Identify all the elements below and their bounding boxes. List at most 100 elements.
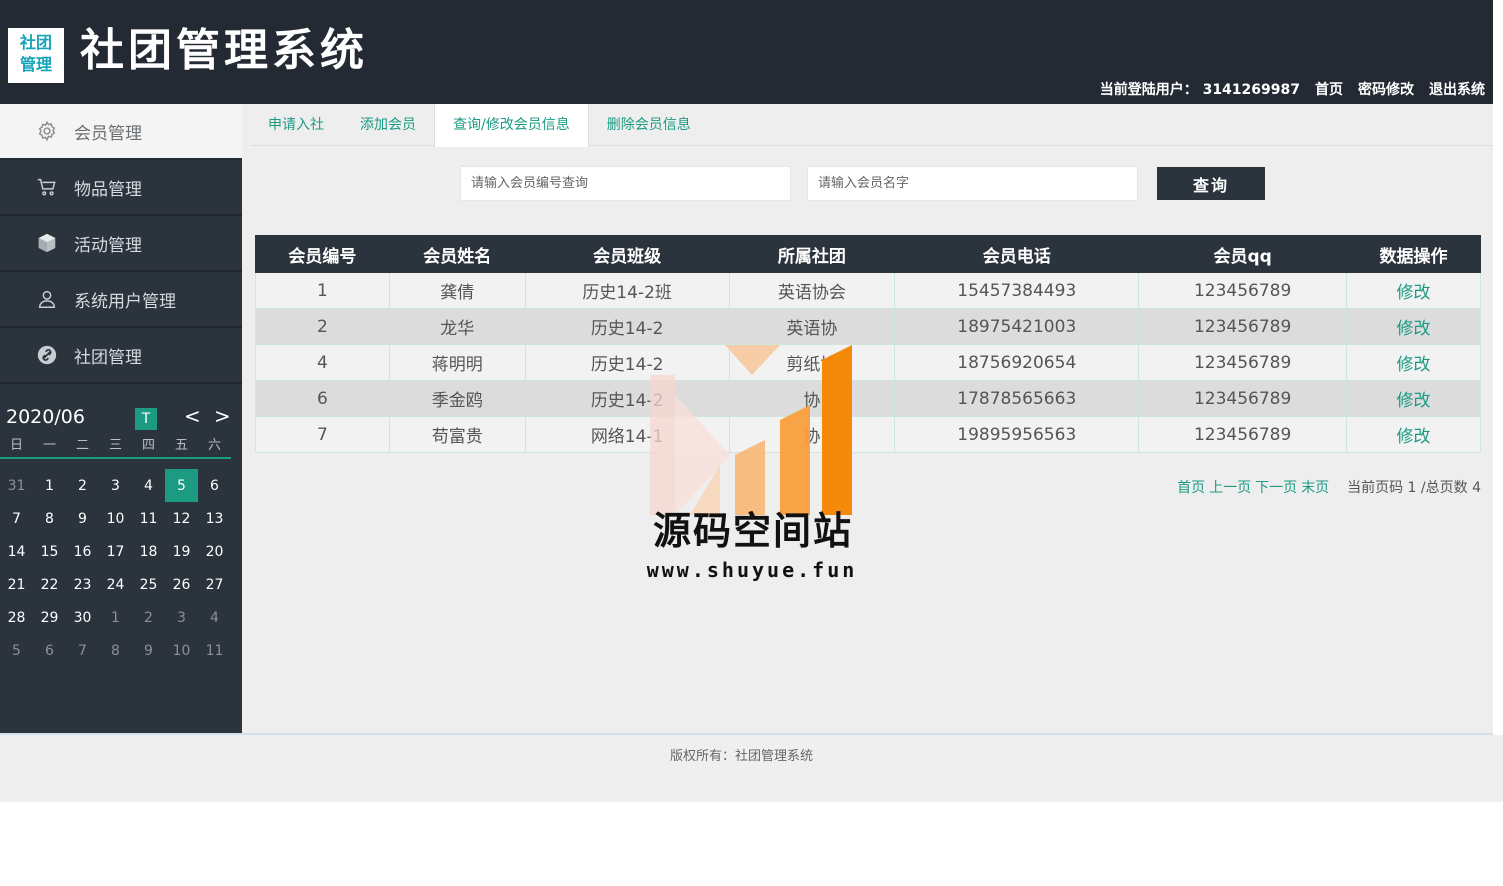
calendar-day[interactable]: 2 [66,469,99,502]
calendar-day[interactable]: 5 [0,634,33,667]
copyright-text: 版权所有：社团管理系统 [669,749,813,764]
cell-member-id: 4 [255,344,390,381]
calendar-day[interactable]: 16 [66,535,99,568]
calendar-day[interactable]: 11 [132,502,165,535]
tab-query-modify-member[interactable]: 查询/修改会员信息 [434,104,589,147]
calendar-day[interactable]: 17 [99,535,132,568]
calendar-day[interactable]: 9 [132,634,165,667]
calendar-next-icon[interactable]: > [214,404,231,428]
calendar-weekday: 日 [10,438,24,453]
user-icon [36,288,58,310]
calendar-day[interactable]: 1 [99,601,132,634]
cell-member-phone: 19895956563 [894,416,1140,453]
logout-link[interactable]: 退出系统 [1429,80,1485,100]
calendar-day[interactable]: 8 [99,634,132,667]
calendar-day[interactable]: 9 [66,502,99,535]
sidebar-item-activity-management[interactable]: 活动管理 [0,216,242,272]
calendar-day[interactable]: 24 [99,568,132,601]
calendar-weekday: 一 [42,438,56,453]
sidebar-item-label: 物品管理 [74,179,142,200]
logo-line-2: 管理 [19,55,52,74]
app-root: 社团 管理 社团管理系统 当前登陆用户： 3141269987 首页 密码修改 … [0,0,1503,886]
calendar-day[interactable]: 27 [198,568,231,601]
calendar-header: 2020/06 T < > [0,402,242,432]
pagination: 首页 上一页 下一页 末页 当前页码 1 /总页数 4 [1177,477,1481,497]
calendar: 2020/06 T < > 日一二三四五六 31 1 2 3 4 5 6 7 8 9 10 11 12 1… [0,402,242,667]
calendar-weekday: 三 [108,438,122,453]
calendar-day[interactable]: 8 [33,502,66,535]
cell-member-name: 蒋明明 [388,344,526,381]
pager-first[interactable]: 首页 [1177,477,1205,497]
tab-delete-member[interactable]: 删除会员信息 [589,104,709,146]
tab-add-member[interactable]: 添加会员 [342,104,434,146]
header-member-class: 会员班级 [524,235,730,273]
header-member-name: 会员姓名 [388,235,526,273]
calendar-day[interactable]: 1 [33,469,66,502]
query-button[interactable]: 查询 [1157,167,1265,200]
calendar-day[interactable]: 11 [198,634,231,667]
sidebar-item-club-management[interactable]: 社团管理 [0,328,242,384]
calendar-today-button[interactable]: T [135,408,157,430]
calendar-day[interactable]: 28 [0,601,33,634]
member-name-search-input[interactable] [807,166,1138,201]
calendar-prev-icon[interactable]: < [184,404,201,428]
sidebar-item-item-management[interactable]: 物品管理 [0,160,242,216]
calendar-day[interactable]: 31 [0,469,33,502]
calendar-day[interactable]: 26 [165,568,198,601]
calendar-weekday: 六 [207,438,221,453]
calendar-day[interactable]: 22 [33,568,66,601]
gear-icon [36,120,58,142]
calendar-day[interactable]: 7 [66,634,99,667]
header-member-club: 所属社团 [728,235,896,273]
calendar-day[interactable]: 3 [165,601,198,634]
calendar-weekday: 五 [174,438,188,453]
cell-member-phone: 15457384493 [894,272,1140,309]
cell-member-qq: 123456789 [1138,380,1348,417]
calendar-day[interactable]: 12 [165,502,198,535]
calendar-day[interactable]: 14 [0,535,33,568]
logo-line-1: 社团 [19,33,52,52]
cell-member-id: 6 [255,380,390,417]
cart-icon [36,176,58,198]
sidebar-item-member-management[interactable]: 会员管理 [0,104,242,160]
calendar-day[interactable]: 20 [198,535,231,568]
pager-next[interactable]: 下一页 [1255,477,1297,497]
calendar-day[interactable]: 15 [33,535,66,568]
calendar-day[interactable]: 19 [165,535,198,568]
watermark-text: 源码空间站 [652,509,853,553]
calendar-day[interactable]: 10 [165,634,198,667]
calendar-day[interactable]: 21 [0,568,33,601]
modify-link[interactable]: 修改 [1346,344,1481,381]
cell-member-name: 龙华 [388,308,526,345]
calendar-day[interactable]: 23 [66,568,99,601]
calendar-day-today[interactable]: 5 [165,469,198,502]
calendar-day[interactable]: 10 [99,502,132,535]
calendar-day[interactable]: 29 [33,601,66,634]
change-password-link[interactable]: 密码修改 [1358,80,1414,100]
calendar-day[interactable]: 6 [198,469,231,502]
calendar-day[interactable]: 13 [198,502,231,535]
cell-member-id: 1 [255,272,390,309]
tab-apply-join[interactable]: 申请入社 [250,104,342,146]
sidebar-item-label: 社团管理 [74,347,142,368]
modify-link[interactable]: 修改 [1346,308,1481,345]
modify-link[interactable]: 修改 [1346,416,1481,453]
top-header: 社团 管理 社团管理系统 当前登陆用户： 3141269987 首页 密码修改 … [0,0,1493,104]
pager-last[interactable]: 末页 [1301,477,1329,497]
calendar-day[interactable]: 4 [132,469,165,502]
member-id-search-input[interactable] [460,166,791,201]
calendar-day[interactable]: 3 [99,469,132,502]
calendar-day[interactable]: 30 [66,601,99,634]
calendar-day[interactable]: 6 [33,634,66,667]
modify-link[interactable]: 修改 [1346,272,1481,309]
calendar-day[interactable]: 7 [0,502,33,535]
home-link[interactable]: 首页 [1315,80,1343,100]
calendar-day[interactable]: 2 [132,601,165,634]
sidebar-item-system-user-management[interactable]: 系统用户管理 [0,272,242,328]
calendar-day[interactable]: 18 [132,535,165,568]
pager-prev[interactable]: 上一页 [1209,477,1251,497]
calendar-day[interactable]: 4 [198,601,231,634]
calendar-day[interactable]: 25 [132,568,165,601]
tab-bar: 申请入社 添加会员 查询/修改会员信息 删除会员信息 [250,104,1493,147]
modify-link[interactable]: 修改 [1346,380,1481,417]
